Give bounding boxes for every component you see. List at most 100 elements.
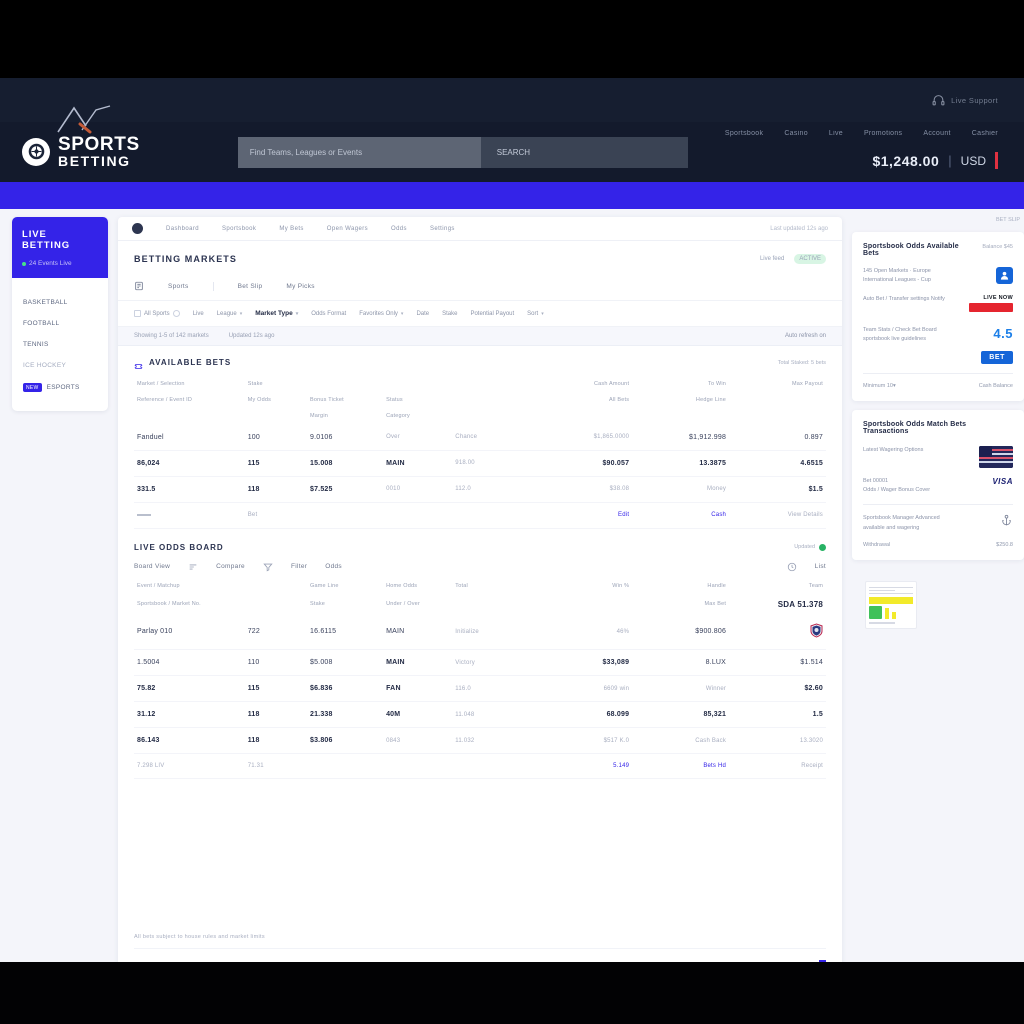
- checkbox-icon[interactable]: [134, 310, 141, 317]
- bet-button[interactable]: BET: [981, 350, 1013, 364]
- breadcrumb-my-bets[interactable]: My Bets: [279, 226, 303, 232]
- pagination-bar: 25 / 142 Wallet ▶ Tickets More Bank Offe…: [134, 948, 826, 962]
- breadcrumb-sportsbook[interactable]: Sportsbook: [222, 226, 256, 232]
- promo-widget[interactable]: [865, 581, 917, 630]
- col-b-blank2: [245, 595, 307, 615]
- filter-label-live: Live: [192, 310, 204, 317]
- col-b-handle: Handle: [707, 582, 727, 589]
- card1-text-block-2: Auto Bet / Transfer settings Notify: [863, 295, 957, 304]
- chevron-down-icon-card1[interactable]: ▾: [893, 383, 896, 389]
- breadcrumb-dashboard[interactable]: Dashboard: [166, 226, 199, 232]
- compare-icon[interactable]: [188, 562, 198, 572]
- card1-text-block-1: 145 Open Markets · Europe International …: [863, 267, 988, 286]
- cell-b-5-6[interactable]: Bets Hd: [632, 753, 730, 780]
- table-a-header-row-3: Margin Category: [134, 409, 826, 425]
- table-row[interactable]: 331.5 118 $7.525 0010 112.0 $38.08 Money…: [134, 476, 826, 503]
- live-support-link[interactable]: Live Support: [932, 94, 998, 107]
- table-row[interactable]: Fanduel 100 9.0106 Over Chance $1,865.00…: [134, 424, 826, 451]
- sidebar-item-esports[interactable]: NEW ESPORTS: [12, 376, 108, 399]
- nav-sportsbook[interactable]: Sportsbook: [725, 130, 763, 137]
- card1-divider: [863, 372, 1013, 374]
- toolbar-list[interactable]: List: [815, 563, 826, 570]
- cell-b-0-0: Parlay 010: [134, 614, 245, 651]
- filter-all-sports[interactable]: All Sports: [134, 310, 180, 317]
- breadcrumb-open-wagers[interactable]: Open Wagers: [327, 226, 368, 232]
- sidebar-item-basketball[interactable]: BASKETBALL: [12, 292, 108, 313]
- available-bets-table: Market / Selection Stake Cash Amount To …: [134, 377, 826, 529]
- sidebar-item-tennis[interactable]: TENNIS: [12, 334, 108, 355]
- tab-bet-slip[interactable]: Bet Slip: [238, 283, 263, 290]
- cell-a-0-6: $1,912.998: [632, 424, 730, 451]
- cell-b-5-5[interactable]: 5.149: [535, 753, 633, 780]
- cell-b-0-3: MAIN: [383, 614, 453, 651]
- list-icon[interactable]: [787, 562, 797, 572]
- card1-line4: Team Stats / Check Bet Board: [863, 326, 937, 333]
- cell-a-2-2: $7.525: [306, 476, 384, 503]
- nav-account[interactable]: Account: [923, 130, 950, 137]
- cell-a-3-6[interactable]: Cash: [632, 502, 730, 529]
- nav-cashier[interactable]: Cashier: [972, 130, 998, 137]
- account-balance[interactable]: $1,248.00 | USD: [872, 152, 998, 169]
- search-button[interactable]: SEARCH: [480, 136, 688, 168]
- sportsbook-odds-card: Sportsbook Odds Available Bets Balance $…: [852, 232, 1024, 401]
- filter-odds-format[interactable]: Odds Format: [311, 311, 346, 317]
- nav-promotions[interactable]: Promotions: [864, 130, 902, 137]
- filter-label-favorites: Favorites Only: [359, 310, 398, 317]
- filter-sort[interactable]: Sort ▾: [527, 311, 544, 317]
- table-row[interactable]: Parlay 010 722 16.6115 MAIN Initialize 4…: [134, 614, 826, 651]
- search-input[interactable]: [237, 136, 481, 168]
- user-avatar[interactable]: [996, 267, 1013, 284]
- cell-a-1-3: MAIN: [383, 450, 453, 477]
- cell-a-3-5[interactable]: Edit: [535, 502, 633, 529]
- table-row[interactable]: 86,024 115 15.008 MAIN 918.00 $90.057 13…: [134, 450, 826, 477]
- live-now-bar: [969, 302, 1013, 312]
- breadcrumb-odds[interactable]: Odds: [391, 226, 407, 232]
- table-row[interactable]: 31.12 118 21.338 40M 11.048 68.099 85,32…: [134, 701, 826, 729]
- table-row[interactable]: 1.5004 110 $5.008 MAIN Victory $33,089 8…: [134, 649, 826, 677]
- cell-a-1-4: 918.00: [452, 450, 536, 477]
- col-b-event: Event / Matchup: [137, 582, 180, 589]
- nav-casino[interactable]: Casino: [784, 130, 808, 137]
- cell-b-5-7[interactable]: Receipt: [729, 753, 826, 780]
- filter-stake[interactable]: Stake: [442, 311, 457, 317]
- col-a-myodds: My Odds: [247, 396, 272, 403]
- table-row[interactable]: 75.82 115 $6.836 FAN 116.0 6609 win Winn…: [134, 675, 826, 703]
- toolbar-filter[interactable]: Filter: [291, 563, 307, 570]
- live-odds-table: Event / Matchup Game Line Home Odds Tota…: [134, 579, 826, 780]
- toolbar-board-view[interactable]: Board View: [134, 563, 170, 570]
- live-odds-title: LIVE ODDS BOARD: [134, 542, 224, 552]
- filter-market-type[interactable]: Market Type ▾: [255, 310, 298, 317]
- filter-payout[interactable]: Potential Payout: [470, 311, 514, 317]
- tab-sports[interactable]: Sports: [168, 283, 189, 290]
- brand-logo[interactable]: SPORTS BETTING: [22, 135, 140, 169]
- tab-my-picks[interactable]: My Picks: [286, 283, 314, 290]
- col-b-sda: SDA 51.378: [777, 599, 823, 609]
- table-row[interactable]: 86.143 118 $3.806 0843 11.032 $517 K.0 C…: [134, 727, 826, 755]
- filter-icon[interactable]: [263, 562, 273, 572]
- sidebar-item-football[interactable]: FOOTBALL: [12, 313, 108, 334]
- cell-a-0-1: 100: [244, 424, 307, 451]
- summary-left: Showing 1-5 of 142 markets: [134, 333, 209, 339]
- filter-live[interactable]: Live: [193, 311, 204, 317]
- col-b-sportsbook: Sportsbook / Market No.: [137, 600, 201, 607]
- status-badge: ACTIVE: [794, 254, 826, 264]
- breadcrumb-settings[interactable]: Settings: [430, 226, 455, 232]
- radio-icon[interactable]: [172, 310, 180, 317]
- sidebar-tag-new: NEW: [23, 383, 42, 392]
- promo-line-3: [869, 592, 913, 595]
- page-last-icon[interactable]: ▶: [819, 960, 826, 962]
- sidebar-item-ice-hockey[interactable]: ICE HOCKEY: [12, 355, 108, 376]
- filter-league[interactable]: League ▾: [217, 311, 243, 317]
- toolbar-compare[interactable]: Compare: [216, 563, 245, 570]
- cell-a-3-7[interactable]: View Details: [729, 502, 826, 529]
- table-row[interactable]: Bet Edit Cash View Details: [134, 502, 826, 529]
- table-row[interactable]: 7.298 LIV 71.31 5.149 Bets Hd Receipt: [134, 753, 826, 780]
- page-status: Live feed ACTIVE: [760, 254, 826, 264]
- card1-row-1: 145 Open Markets · Europe International …: [863, 267, 1013, 286]
- filter-favorites[interactable]: Favorites Only ▾: [359, 311, 403, 317]
- filter-date[interactable]: Date: [416, 311, 429, 317]
- nav-live[interactable]: Live: [829, 130, 843, 137]
- col-a-blank8: [452, 409, 535, 425]
- filter-label-sort: Sort: [527, 310, 539, 317]
- toolbar-odds[interactable]: Odds: [325, 563, 342, 570]
